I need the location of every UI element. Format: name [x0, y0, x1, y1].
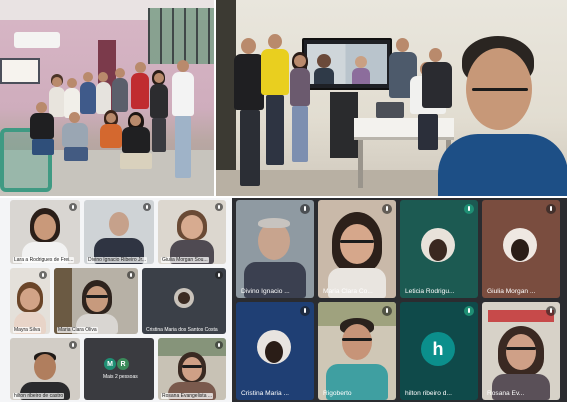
tv-screen: [302, 38, 392, 90]
muted-mic-icon: [300, 306, 310, 316]
participant-tile[interactable]: Cristina Maria ...: [236, 302, 314, 400]
more-participants-label: Mais 2 pessoas: [103, 374, 138, 380]
participant-tile[interactable]: Maria Clara Co...: [318, 200, 396, 298]
participant-tile[interactable]: Mayra Silva: [10, 268, 50, 334]
participant-name: Cristina Maria ...: [241, 390, 289, 397]
person: [28, 102, 56, 172]
participant-name: Rosana Ev...: [487, 390, 525, 397]
participant-tile[interactable]: Lara a Rodrigues de Frei...: [10, 200, 80, 264]
participant-name: Rigoberto: [323, 390, 352, 397]
muted-mic-icon: [39, 271, 47, 279]
participant-avatar: [174, 288, 194, 308]
air-conditioner: [14, 32, 60, 48]
muted-mic-icon: [464, 306, 474, 316]
participant-tile[interactable]: Cristina Maria dos Santos Costa: [142, 268, 226, 334]
participant-tile[interactable]: Rigoberto: [318, 302, 396, 400]
person: [170, 60, 196, 190]
participant-name: Divino Ignacio Ribeiro Jr...: [87, 257, 148, 263]
muted-mic-icon: [215, 203, 223, 211]
video-call-grid-left: Lara a Rodrigues de Frei... Divino Ignac…: [0, 198, 232, 402]
participant-avatar: [503, 228, 537, 262]
muted-mic-icon: [382, 204, 392, 214]
participant-tile[interactable]: h hilton ribeiro d...: [400, 302, 478, 400]
participant-avatar: h: [421, 332, 455, 366]
selfie-photo-video-call: [216, 0, 567, 196]
participant-avatar: [421, 228, 455, 262]
muted-mic-icon: [382, 306, 392, 316]
participant-name: hilton ribeiro d...: [405, 390, 452, 397]
participant-avatar: R: [117, 358, 129, 370]
participant-tile[interactable]: Divino Ignacio Ribeiro Jr...: [84, 200, 154, 264]
participant-name: Rosana Evangelista ...: [161, 393, 214, 399]
video-call-grid-right: Divino Ignacio ... Maria Clara Co... Let…: [232, 198, 567, 402]
participant-avatar: [257, 330, 291, 364]
participant-name: Leticia Rodrigu...: [405, 288, 455, 295]
more-participants-tile[interactable]: M R Mais 2 pessoas: [84, 338, 154, 400]
participant-tile[interactable]: Giulia Morgan Sou...: [158, 200, 226, 264]
muted-mic-icon: [546, 204, 556, 214]
muted-mic-icon: [464, 204, 474, 214]
participant-tile[interactable]: Maria Clara Oliva: [54, 268, 138, 334]
muted-mic-icon: [300, 204, 310, 214]
participant-tile[interactable]: Rosana Evangelista ...: [158, 338, 226, 400]
muted-mic-icon: [215, 341, 223, 349]
participant-name: Cristina Maria dos Santos Costa: [146, 327, 218, 333]
muted-mic-icon: [546, 306, 556, 316]
participant-tile[interactable]: Leticia Rodrigu...: [400, 200, 478, 298]
window: [148, 8, 214, 64]
participant-name: Mayra Silva: [13, 327, 42, 333]
muted-mic-icon: [143, 203, 151, 211]
participant-name: Giulia Morgan ...: [487, 288, 536, 295]
participant-name: Maria Clara Oliva: [57, 327, 98, 333]
person: [288, 52, 312, 172]
participant-name: Divino Ignacio ...: [241, 288, 290, 295]
participant-tile[interactable]: hilton ribeiro de castro: [10, 338, 80, 400]
participant-tile[interactable]: Giulia Morgan ...: [482, 200, 560, 298]
participant-name: Giulia Morgan Sou...: [161, 257, 209, 263]
muted-mic-icon: [69, 203, 77, 211]
muted-mic-icon: [127, 271, 135, 279]
participant-name: Lara a Rodrigues de Frei...: [13, 257, 75, 263]
muted-mic-icon: [215, 271, 223, 279]
person-selfie: [438, 36, 567, 196]
muted-mic-icon: [69, 341, 77, 349]
participant-tile[interactable]: Divino Ignacio ...: [236, 200, 314, 298]
participant-tile[interactable]: Rosana Ev...: [482, 302, 560, 400]
participant-name: Maria Clara Co...: [323, 288, 373, 295]
person: [60, 112, 90, 172]
person: [260, 34, 290, 184]
participant-name: hilton ribeiro de castro: [13, 393, 65, 399]
group-photo-classroom: [0, 0, 214, 196]
participant-avatar: M: [104, 358, 116, 370]
person: [118, 112, 154, 192]
wall-poster: [0, 58, 40, 84]
